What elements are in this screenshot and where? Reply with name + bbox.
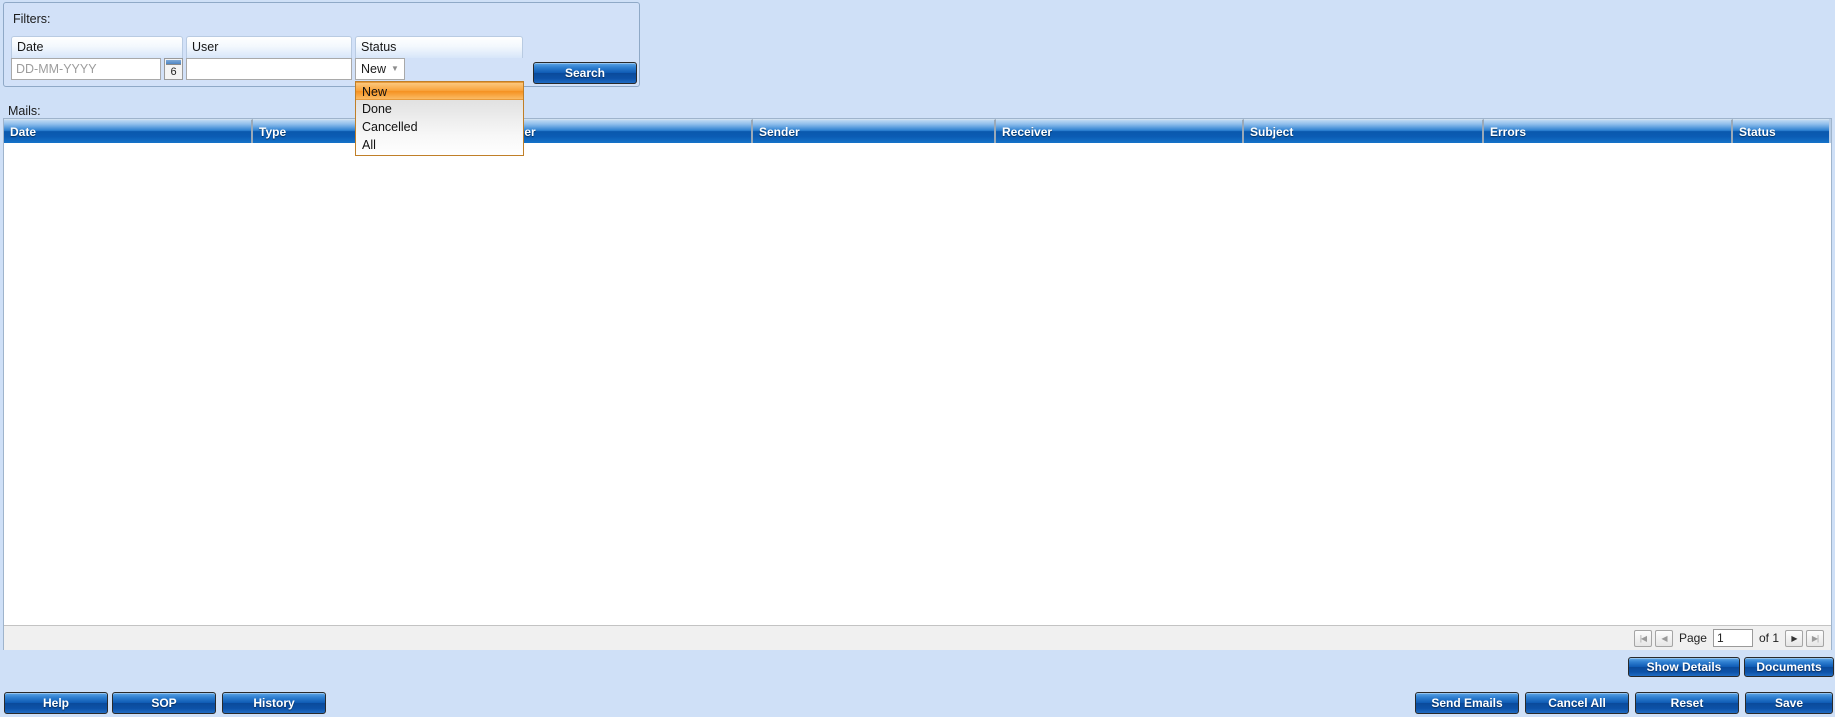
status-option-cancelled[interactable]: Cancelled xyxy=(356,118,523,136)
status-select-dropdown[interactable]: New Done Cancelled All xyxy=(355,81,524,156)
mails-caption: Mails: xyxy=(8,104,41,118)
column-header-subject[interactable]: Subject xyxy=(1244,119,1484,143)
status-select-value: New xyxy=(361,62,387,76)
previous-page-button[interactable]: ◀ xyxy=(1654,629,1673,647)
filter-date-field: 6 xyxy=(11,58,183,80)
filter-user-field xyxy=(186,58,352,80)
filter-user-label: User xyxy=(186,36,352,58)
first-page-button[interactable]: |◀ xyxy=(1633,629,1652,647)
documents-button[interactable]: Documents xyxy=(1744,657,1834,677)
cancel-all-button[interactable]: Cancel All xyxy=(1525,692,1629,714)
column-header-status[interactable]: Status xyxy=(1733,119,1829,143)
mails-grid-body xyxy=(4,143,1831,625)
column-header-sender[interactable]: Sender xyxy=(753,119,996,143)
send-emails-button[interactable]: Send Emails xyxy=(1415,692,1519,714)
page-count-label: of 1 xyxy=(1758,631,1779,645)
sop-button[interactable]: SOP xyxy=(112,692,216,714)
filters-caption: Filters: xyxy=(13,12,51,26)
page-number-input[interactable] xyxy=(1712,629,1753,647)
filter-status-group: Status New ▼ New Done Cancelled All xyxy=(355,36,524,156)
page-label: Page xyxy=(1678,631,1707,645)
user-input[interactable] xyxy=(186,58,352,80)
column-header-user[interactable]: User xyxy=(503,119,753,143)
calendar-icon-day: 6 xyxy=(170,66,177,78)
mails-management-window: Filters: Date 6 User Status xyxy=(0,0,1835,717)
filter-date-group: Date 6 xyxy=(11,36,183,84)
help-button[interactable]: Help xyxy=(4,692,108,714)
last-page-button[interactable]: ▶| xyxy=(1806,629,1824,647)
status-option-done[interactable]: Done xyxy=(356,100,523,118)
column-header-errors[interactable]: Errors xyxy=(1484,119,1733,143)
save-button[interactable]: Save xyxy=(1745,692,1833,714)
next-page-button[interactable]: ▶ xyxy=(1785,629,1803,647)
reset-button[interactable]: Reset xyxy=(1635,692,1739,714)
filter-status-field: New ▼ New Done Cancelled All xyxy=(355,58,524,156)
column-header-date[interactable]: Date xyxy=(4,119,253,143)
mails-grid: Date Type User Sender Receiver Subject E… xyxy=(3,118,1832,650)
history-button[interactable]: History xyxy=(222,692,326,714)
date-input[interactable] xyxy=(11,58,161,80)
pagination-bar: |◀ ◀ Page of 1 ▶ ▶| xyxy=(4,625,1831,650)
footer-toolbar: Help SOP History Send Emails Cancel All … xyxy=(0,690,1835,717)
filter-date-label: Date xyxy=(11,36,183,58)
filter-user-group: User xyxy=(186,36,352,84)
status-select[interactable]: New ▼ New Done Cancelled All xyxy=(355,58,524,156)
filter-status-label: Status xyxy=(355,36,523,58)
search-button[interactable]: Search xyxy=(533,62,637,84)
filters-panel: Filters: Date 6 User Status xyxy=(3,2,640,156)
chevron-down-icon: ▼ xyxy=(391,64,399,73)
column-header-receiver[interactable]: Receiver xyxy=(996,119,1244,143)
calendar-icon[interactable]: 6 xyxy=(164,58,183,80)
show-details-button[interactable]: Show Details xyxy=(1628,657,1740,677)
status-option-all[interactable]: All xyxy=(356,136,523,154)
status-option-new[interactable]: New xyxy=(356,82,523,100)
mails-grid-header: Date Type User Sender Receiver Subject E… xyxy=(4,119,1831,143)
